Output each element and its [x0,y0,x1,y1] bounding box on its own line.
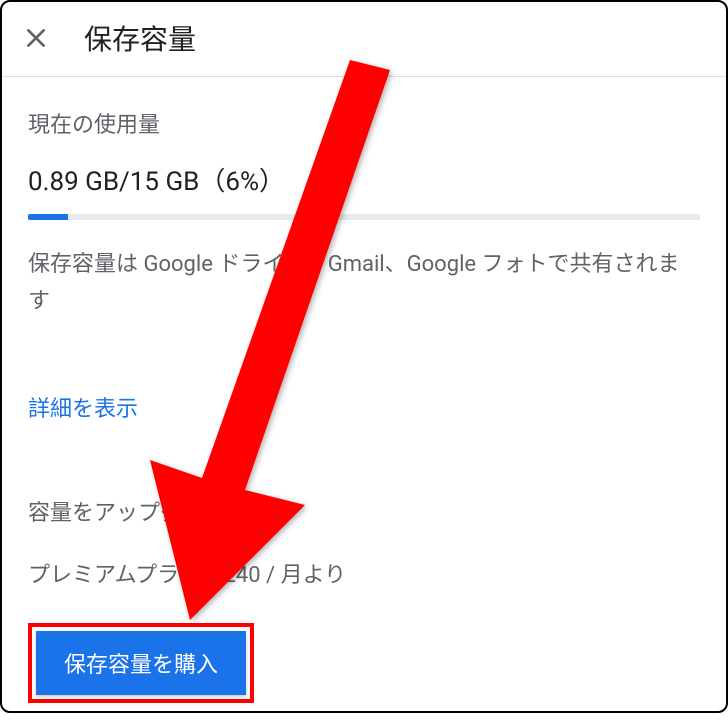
upgrade-label: 容量をアップグレード [28,495,700,527]
storage-progress-bar [28,214,700,220]
buy-button-highlight: 保存容量を購入 [28,623,254,703]
page-header: 保存容量 [0,0,728,77]
page-title: 保存容量 [84,18,196,58]
close-icon[interactable] [20,22,52,54]
premium-plan-text: プレミアムプラン: ¥240 / 月より [28,557,700,589]
storage-progress-fill [28,214,68,220]
usage-display: 0.89 GB/15 GB（6%） [28,161,700,198]
storage-description: 保存容量は Google ドライブ、Gmail、Google フォトで共有されま… [28,246,700,321]
buy-storage-button[interactable]: 保存容量を購入 [36,631,246,695]
usage-label: 現在の使用量 [28,107,700,139]
details-link[interactable]: 詳細を表示 [28,391,138,423]
